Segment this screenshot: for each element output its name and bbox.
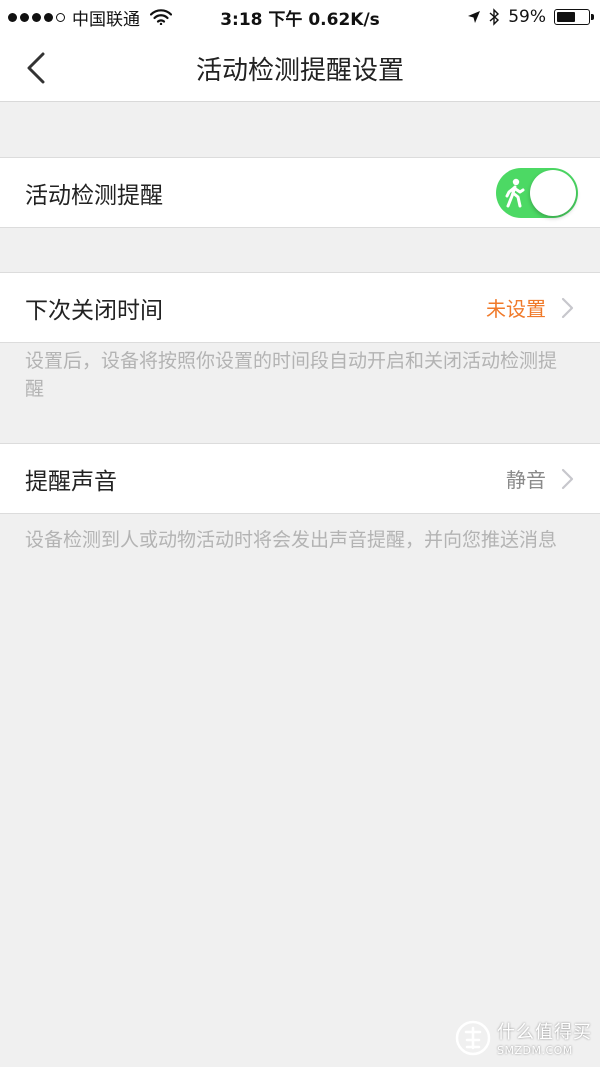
alert-sound-value: 静音 [506, 468, 546, 492]
watermark-text-cn: 什么值得买 [497, 1022, 592, 1043]
walking-person-icon [505, 178, 525, 207]
chevron-right-icon [561, 468, 574, 489]
status-bar-right: 59% [467, 0, 594, 34]
alert-sound-row[interactable]: 提醒声音 静音 [0, 443, 600, 514]
page-title: 活动检测提醒设置 [195, 55, 404, 86]
next-close-time-value-group: 未设置 [486, 293, 574, 322]
navigation-bar: 活动检测提醒设置 [0, 34, 600, 102]
wifi-icon [150, 9, 172, 25]
activity-alert-row: 活动检测提醒 [0, 157, 600, 228]
alert-sound-hint: 设备检测到人或动物活动时将会发出声音提醒，并向您推送消息 [25, 529, 558, 551]
next-close-time-row[interactable]: 下次关闭时间 未设置 [0, 272, 600, 343]
alert-sound-label: 提醒声音 [25, 468, 117, 495]
activity-alert-label: 活动检测提醒 [25, 182, 163, 209]
back-button[interactable] [12, 44, 60, 92]
next-close-time-value: 未设置 [486, 297, 546, 321]
battery-percent: 59% [508, 7, 546, 27]
toggle-knob [530, 169, 576, 216]
cellular-signal-icon [8, 12, 65, 22]
activity-alert-toggle[interactable] [496, 167, 578, 218]
smzdm-logo-icon [455, 1020, 491, 1055]
smzdm-watermark: 什么值得买 SMZDM.COM [455, 1018, 592, 1057]
battery-icon [554, 9, 594, 25]
next-close-time-hint: 设置后，设备将按照你设置的时间段自动开启和关闭活动检测提醒 [25, 350, 558, 400]
watermark-text: 什么值得买 SMZDM.COM [497, 1018, 592, 1057]
battery-level [557, 12, 575, 22]
status-bar: 中国联通 3:18 下午 0.62K/s 59% [0, 0, 600, 34]
status-bar-left: 中国联通 [8, 0, 172, 34]
chevron-left-icon [27, 52, 45, 84]
alert-sound-value-group: 静音 [506, 464, 574, 493]
location-arrow-icon [468, 11, 481, 23]
next-close-time-label: 下次关闭时间 [25, 297, 163, 324]
bluetooth-icon [489, 8, 500, 26]
chevron-right-icon [561, 297, 574, 318]
carrier-name: 中国联通 [72, 9, 140, 30]
watermark-text-en: SMZDM.COM [497, 1044, 573, 1057]
